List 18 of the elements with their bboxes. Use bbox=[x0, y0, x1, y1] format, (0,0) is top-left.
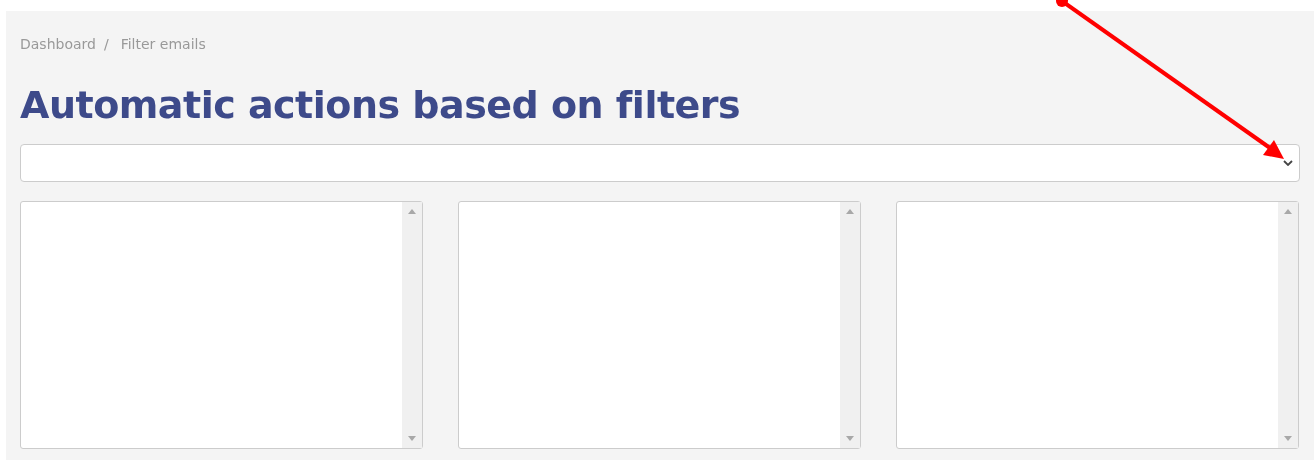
scrollbar[interactable] bbox=[402, 202, 422, 448]
scrollbar[interactable] bbox=[840, 202, 860, 448]
scroll-down-icon[interactable] bbox=[408, 436, 416, 441]
breadcrumb-link[interactable]: Filter emails bbox=[120, 36, 206, 52]
scroll-up-icon[interactable] bbox=[846, 209, 854, 214]
filter-select[interactable] bbox=[20, 144, 1300, 182]
breadcrumb-separator: / bbox=[103, 36, 109, 52]
scroll-down-icon[interactable] bbox=[846, 436, 854, 441]
list-box[interactable] bbox=[458, 201, 861, 449]
scroll-down-icon[interactable] bbox=[1284, 436, 1292, 441]
list-box[interactable] bbox=[896, 201, 1299, 449]
scrollbar[interactable] bbox=[1278, 202, 1298, 448]
page-title: Automatic actions based on filters bbox=[20, 82, 742, 129]
scroll-up-icon[interactable] bbox=[408, 209, 416, 214]
chevron-down-icon bbox=[1283, 160, 1293, 166]
breadcrumb-link[interactable]: Dashboard bbox=[20, 36, 96, 52]
scroll-up-icon[interactable] bbox=[1284, 209, 1292, 214]
list-box[interactable] bbox=[20, 201, 423, 449]
